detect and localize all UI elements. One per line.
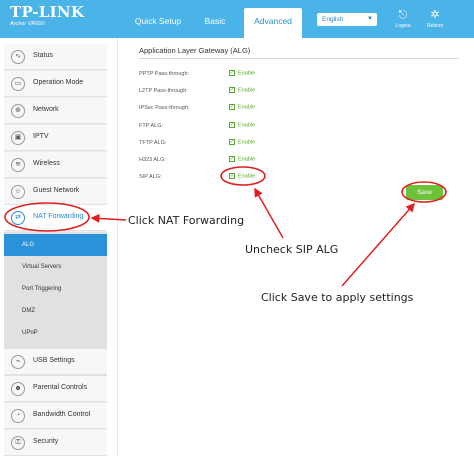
sidebar-item-label: NAT Forwarding [33,213,84,220]
checkbox-label: Enable [238,139,256,146]
checkbox-icon: ✓ [229,156,235,162]
tab-advanced[interactable]: Advanced [244,8,302,38]
people-icon: ☺ [11,185,25,199]
logout-icon: ⎋ [398,9,408,21]
alg-checkbox-ftp[interactable]: ✓ Enable [229,122,255,128]
sidebar-item-label: Network [33,106,59,113]
reboot-label: Reboot [426,23,444,29]
model-name: Archer VR600 [10,21,45,27]
checkbox-label: Enable [238,173,256,180]
top-header: TP-LINK Archer VR600 Quick Setup Basic A… [0,0,474,38]
sidebar-item-status[interactable]: ∿ Status [4,44,107,70]
submenu-item-port-triggering[interactable]: Port Triggering [4,278,107,300]
alg-checkbox-h323[interactable]: ✓ Enable [229,156,255,162]
title-separator [139,58,459,59]
alg-label-ftp: FTP ALG: [139,123,164,129]
sidebar-item-label: USB Settings [33,357,75,364]
sidebar: ∿ Status ▭ Operation Mode ⊕ Network ▣ IP… [4,44,107,456]
alg-label-h323: H323 ALG: [139,157,166,163]
alg-label-l2tp: L2TP Pass-through: [139,88,188,94]
sidebar-item-guest-network[interactable]: ☺ Guest Network [4,179,107,205]
tv-icon: ▣ [11,131,25,145]
nat-icon: ⇄ [11,211,25,225]
checkbox-icon: ✓ [229,139,235,145]
page-title: Application Layer Gateway (ALG) [139,46,251,55]
chevron-down-icon: ▼ [367,16,373,22]
sidebar-item-label: Guest Network [33,187,80,194]
annotation-sip: Uncheck SIP ALG [245,243,339,256]
annotation-nat: Click NAT Forwarding [128,214,245,227]
checkbox-label: Enable [238,87,256,94]
sidebar-item-label: Security [33,438,59,445]
alg-label-pptp: PPTP Pass-through: [139,71,190,77]
tab-basic[interactable]: Basic [192,8,238,38]
checkbox-label: Enable [238,70,256,77]
language-select[interactable]: English ▼ [317,13,377,26]
sidebar-item-label: Wireless [33,160,60,167]
checkbox-icon: ✓ [229,104,235,110]
submenu-item-dmz[interactable]: DMZ [4,300,107,322]
sidebar-item-label: IPTV [33,133,49,140]
sidebar-item-parental-controls[interactable]: ☻ Parental Controls [4,376,107,402]
sidebar-item-label: Status [33,52,53,59]
save-button[interactable]: Save [406,185,443,200]
sidebar-item-label: Parental Controls [33,384,88,391]
checkbox-label: Enable [238,156,256,163]
sidebar-item-iptv[interactable]: ▣ IPTV [4,125,107,151]
logout-button[interactable]: ⎋ Logout [391,9,415,29]
tab-quick-setup[interactable]: Quick Setup [128,8,188,38]
alg-label-sip: SIP ALG: [139,174,162,180]
content-divider [117,38,118,456]
alg-label-ipsec: IPSec Pass-through: [139,105,190,111]
sidebar-item-network[interactable]: ⊕ Network [4,98,107,124]
checkbox-icon: ✓ [229,87,235,93]
alg-checkbox-pptp[interactable]: ✓ Enable [229,70,255,76]
language-value: English [322,16,344,23]
alg-checkbox-sip[interactable]: ✓ Enable [229,173,255,179]
submenu-item-alg[interactable]: ALG [4,234,107,256]
annotation-save: Click Save to apply settings [261,291,414,304]
sidebar-item-usb-settings[interactable]: ⌁ USB Settings [4,349,107,375]
sidebar-item-security[interactable]: ⚿ Security [4,430,107,456]
checkbox-icon: ✓ [229,122,235,128]
gear-icon: ✲ [430,9,440,21]
parental-icon: ☻ [11,382,25,396]
sidebar-item-operation-mode[interactable]: ▭ Operation Mode [4,71,107,97]
sidebar-item-nat-forwarding[interactable]: ⇄ NAT Forwarding [4,205,107,231]
alg-checkbox-l2tp[interactable]: ✓ Enable [229,87,255,93]
lock-icon: ⚿ [11,436,25,450]
checkbox-icon: ✓ [229,70,235,76]
alg-checkbox-ipsec[interactable]: ✓ Enable [229,104,255,110]
logo-text: TP-LINK [10,3,85,21]
logout-label: Logout [395,23,411,29]
monitor-icon: ▭ [11,77,25,91]
checkbox-label: Enable [238,122,256,129]
submenu-item-upnp[interactable]: UPnP [4,322,107,344]
usb-icon: ⌁ [11,355,25,369]
checkbox-icon: ✓ [229,173,235,179]
sidebar-item-bandwidth-control[interactable]: ◔ Bandwidth Control [4,403,107,429]
tp-link-logo: TP-LINK Archer VR600 [10,4,84,27]
sidebar-item-wireless[interactable]: ≋ Wireless [4,152,107,178]
alg-label-tftp: TFTP ALG: [139,140,167,146]
globe-icon: ⊕ [11,104,25,118]
pulse-icon: ∿ [11,50,25,64]
bandwidth-icon: ◔ [11,409,25,423]
submenu-item-virtual-servers[interactable]: Virtual Servers [4,256,107,278]
wifi-icon: ≋ [11,158,25,172]
reboot-button[interactable]: ✲ Reboot [423,9,447,29]
alg-checkbox-tftp[interactable]: ✓ Enable [229,139,255,145]
checkbox-label: Enable [238,104,256,111]
sidebar-item-label: Bandwidth Control [33,411,91,418]
sidebar-item-label: Operation Mode [33,79,84,86]
